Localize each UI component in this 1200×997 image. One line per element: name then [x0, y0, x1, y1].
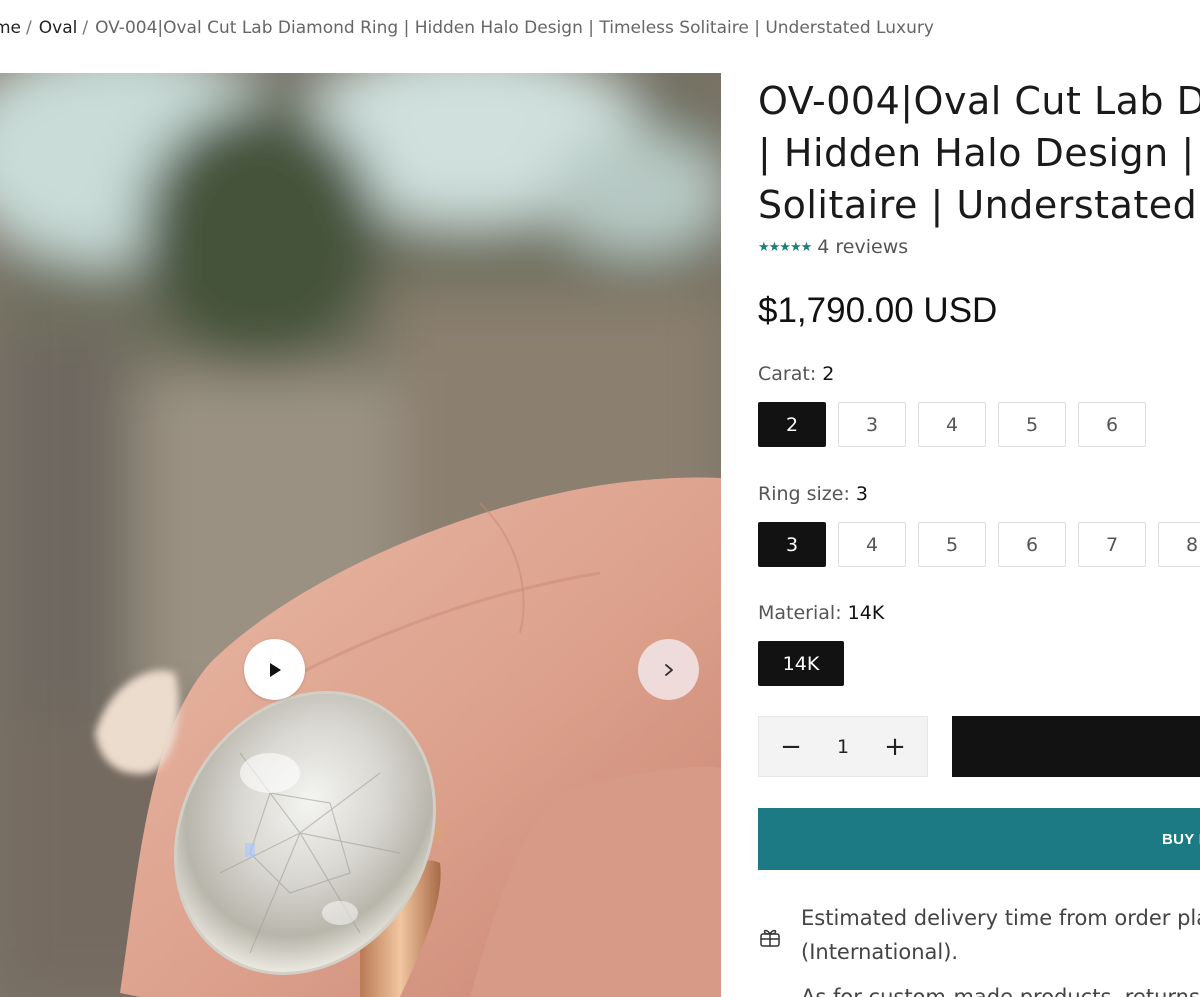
carat-label: Carat: 2	[758, 363, 834, 385]
play-video-button[interactable]	[244, 639, 305, 700]
breadcrumb-current: OV-004|Oval Cut Lab Diamond Ring | Hidde…	[95, 18, 934, 38]
carat-selected-value: 2	[822, 363, 835, 385]
product-price: $1,790.00 USD	[758, 291, 998, 330]
buy-now-label: BUY IT	[1162, 831, 1200, 848]
breadcrumb-separator: /	[26, 18, 32, 38]
ring-size-options: 3 4 5 6 7 8	[758, 522, 1200, 567]
material-options: 14K	[758, 641, 844, 686]
material-selected-value: 14K	[847, 602, 885, 624]
reviews-count[interactable]: 4 reviews	[817, 236, 908, 258]
buy-now-button[interactable]: BUY IT	[758, 808, 1200, 870]
carat-option[interactable]: 2	[758, 402, 826, 447]
quantity-increase-button[interactable]: +	[883, 734, 907, 760]
carat-option[interactable]: 5	[998, 402, 1066, 447]
ring-size-label-text: Ring size:	[758, 483, 850, 505]
breadcrumb-home[interactable]: me	[0, 18, 21, 38]
product-video-frame	[0, 73, 721, 997]
product-rating[interactable]: ★★★★★ 4 reviews	[758, 235, 908, 259]
breadcrumb-separator: /	[82, 18, 89, 38]
next-media-button[interactable]	[638, 639, 699, 700]
chevron-right-icon	[664, 663, 673, 676]
add-to-cart-button[interactable]	[952, 716, 1200, 777]
gift-box-icon	[760, 929, 780, 947]
carat-label-text: Carat:	[758, 363, 817, 385]
rating-stars: ★★★★★	[758, 239, 812, 255]
ring-size-option[interactable]: 4	[838, 522, 906, 567]
material-label-text: Material:	[758, 602, 842, 624]
breadcrumb-category[interactable]: Oval	[39, 18, 78, 38]
quantity-decrease-button[interactable]: −	[779, 734, 803, 760]
ring-size-option[interactable]: 3	[758, 522, 826, 567]
breadcrumb: me / Oval / OV-004|Oval Cut Lab Diamond …	[0, 14, 934, 42]
ring-size-selected-value: 3	[855, 483, 869, 505]
ring-size-label: Ring size: 3	[758, 483, 868, 505]
product-media[interactable]	[0, 73, 721, 997]
carat-options: 2 3 4 5 6	[758, 402, 1146, 447]
ring-size-option[interactable]: 7	[1078, 522, 1146, 567]
carat-option[interactable]: 6	[1078, 402, 1146, 447]
carat-option[interactable]: 4	[918, 402, 986, 447]
carat-option[interactable]: 3	[838, 402, 906, 447]
play-icon	[269, 662, 281, 677]
product-title: OV-004|Oval Cut Lab Diamond Ring | Hidde…	[758, 79, 1200, 227]
quantity-input[interactable]: 1	[837, 736, 849, 758]
quantity-stepper: − 1 +	[758, 716, 928, 777]
product-info: OV-004|Oval Cut Lab Diamond Ring | Hidde…	[758, 73, 1200, 997]
material-label: Material: 14K	[758, 602, 884, 624]
delivery-text: Estimated delivery time from order place…	[801, 906, 1200, 964]
material-option[interactable]: 14K	[758, 641, 844, 686]
returns-text: As for custom-made products, returns are	[801, 985, 1200, 997]
ring-size-option[interactable]: 6	[998, 522, 1066, 567]
ring-size-option[interactable]: 5	[918, 522, 986, 567]
ring-size-option[interactable]: 8	[1158, 522, 1200, 567]
